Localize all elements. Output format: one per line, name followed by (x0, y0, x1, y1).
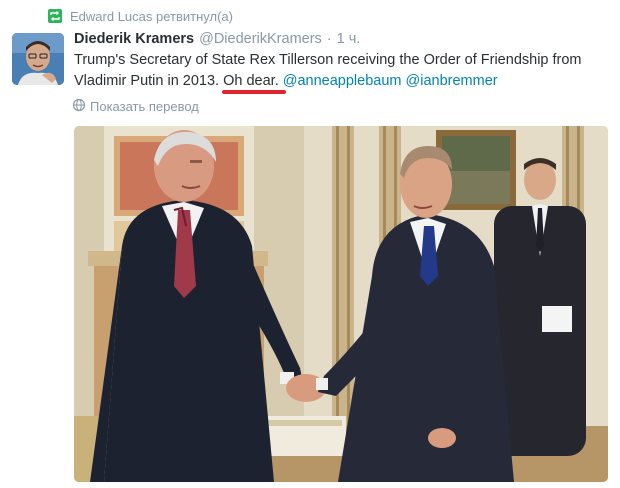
author-handle[interactable]: @DiederikKramers (199, 31, 322, 47)
retweet-context: Edward Lucas ретвитнул(а) (48, 6, 233, 26)
mention-link[interactable]: @anneapplebaum (283, 73, 402, 89)
timestamp[interactable]: 1 ч. (337, 31, 361, 47)
translate-label: Показать перевод (90, 98, 199, 114)
retweet-icon (48, 9, 62, 23)
retweet-text[interactable]: Edward Lucas ретвитнул(а) (70, 9, 233, 24)
tweet-card[interactable]: Edward Lucas ретвитнул(а) Diederik Krame… (0, 0, 620, 488)
red-underline-annotation (222, 90, 286, 94)
tweet-header: Diederik Kramers @DiederikKramers · 1 ч. (74, 31, 360, 51)
tweet-photo[interactable] (74, 126, 608, 482)
translate-link[interactable]: Показать перевод (72, 97, 199, 115)
author-name[interactable]: Diederik Kramers (74, 31, 194, 47)
globe-icon (72, 98, 86, 115)
avatar[interactable] (12, 33, 64, 85)
separator: · (326, 31, 332, 47)
mention-link[interactable]: @ianbremmer (406, 73, 498, 89)
tweet-highlight: Oh dear. (223, 73, 279, 89)
tweet-text: Trump's Secretary of State Rex Tillerson… (74, 50, 614, 92)
